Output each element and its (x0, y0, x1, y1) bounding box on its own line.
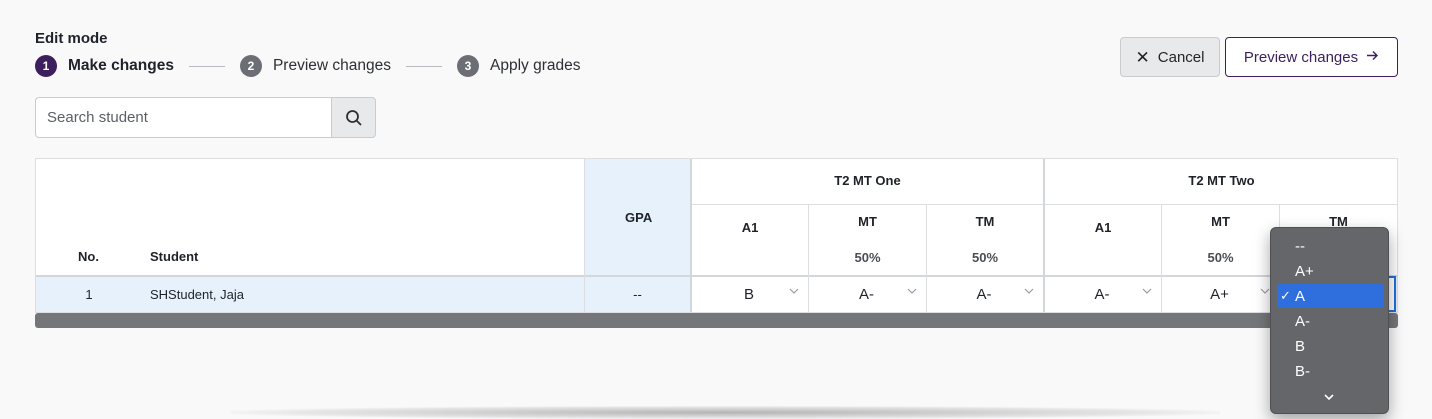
row-number: 1 (85, 287, 93, 302)
chevron-down-icon (1142, 288, 1152, 294)
dropdown-option[interactable]: B (1277, 334, 1384, 358)
grade-select[interactable]: A+ (1162, 277, 1279, 312)
step-label: Make changes (68, 57, 174, 74)
column-header-a1: A1 (1094, 220, 1112, 235)
grades-table: No. Student GPA T2 MT One T2 MT Two A1 M… (35, 158, 1398, 313)
column-header-tm: TM (975, 214, 995, 229)
column-header-no: No. (78, 249, 99, 264)
grade-select[interactable]: A- (927, 277, 1043, 312)
cancel-button[interactable]: ✕ Cancel (1120, 37, 1220, 77)
step-label: Preview changes (272, 57, 392, 74)
column-header-mt: MT (858, 214, 877, 229)
column-header-gpa: GPA (625, 210, 653, 225)
stepper: 1 Make changes 2 Preview changes 3 Apply… (35, 55, 581, 77)
preview-changes-button[interactable]: Preview changes (1225, 37, 1398, 77)
grade-dropdown-menu: -- A+ ✓ A A- B B- (1270, 227, 1389, 414)
column-header-mt: MT (1211, 214, 1230, 229)
search-button[interactable] (331, 97, 376, 138)
student-name: SHStudent, Jaja (150, 287, 244, 302)
step-make-changes: 1 Make changes (35, 55, 174, 77)
arrow-right-icon (1366, 49, 1379, 66)
column-header-student[interactable]: Student (150, 249, 198, 264)
step-apply-grades: 3 Apply grades (457, 55, 581, 77)
step-connector (406, 65, 443, 67)
group-header-t2-mt-one: T2 MT One (834, 173, 901, 188)
chevron-down-icon (1260, 288, 1270, 294)
dropdown-option[interactable]: A+ (1277, 259, 1384, 283)
column-weight: 50% (854, 250, 881, 265)
grade-select[interactable]: B (692, 277, 808, 312)
column-header-a1: A1 (741, 220, 759, 235)
grade-select[interactable]: A- (1045, 277, 1161, 312)
dropdown-option-selected[interactable]: ✓ A (1277, 284, 1384, 308)
option-label: A (1295, 287, 1306, 305)
search-input[interactable] (35, 97, 331, 138)
chevron-down-icon (789, 288, 799, 294)
group-header-t2-mt-two: T2 MT Two (1188, 173, 1255, 188)
dropdown-option[interactable]: A- (1277, 309, 1384, 333)
dropdown-option[interactable]: -- (1277, 234, 1384, 258)
check-icon: ✓ (1280, 288, 1291, 303)
chevron-down-icon (907, 288, 917, 294)
modal-shadow (230, 406, 1220, 419)
step-label: Apply grades (490, 57, 581, 74)
step-number: 3 (457, 55, 480, 77)
page-title: Edit mode (35, 30, 108, 47)
step-number: 2 (239, 55, 262, 77)
dropdown-option[interactable]: B- (1277, 359, 1384, 383)
search-icon (345, 109, 362, 126)
cancel-label: Cancel (1157, 48, 1205, 66)
close-icon: ✕ (1135, 47, 1150, 67)
horizontal-scrollbar[interactable] (35, 313, 1398, 328)
search-box (35, 97, 376, 138)
step-preview-changes: 2 Preview changes (239, 55, 392, 77)
preview-label: Preview changes (1243, 48, 1359, 66)
grade-select[interactable]: A- (809, 277, 926, 312)
gpa-value: -- (633, 287, 642, 302)
scroll-down-chevron-icon[interactable] (1323, 393, 1335, 402)
column-weight: 50% (971, 250, 999, 265)
step-number: 1 (35, 55, 57, 77)
column-weight: 50% (1207, 250, 1234, 265)
chevron-down-icon (1024, 288, 1034, 294)
step-connector (188, 65, 225, 67)
